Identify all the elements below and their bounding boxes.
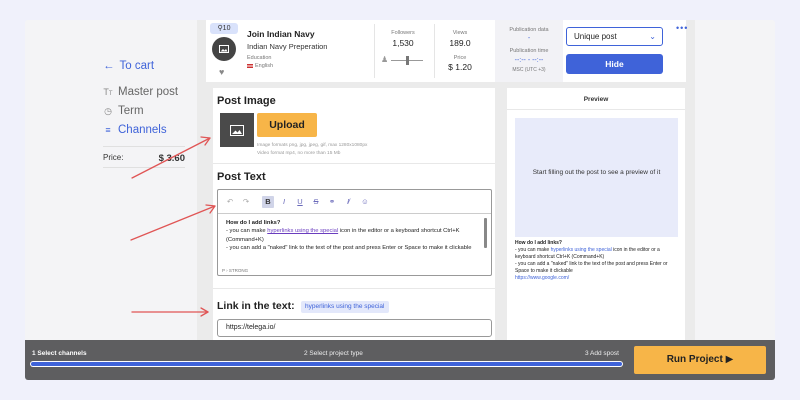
nav-item-master-post[interactable]: TT Master post xyxy=(103,86,178,98)
progress-fill xyxy=(31,362,622,366)
publication-time-label: Publication time xyxy=(509,48,549,54)
step-add-post: 3 Add spost xyxy=(585,350,619,357)
price-label: Price: xyxy=(103,153,124,162)
divider xyxy=(507,109,685,110)
hide-button[interactable]: Hide xyxy=(566,54,663,74)
italic-icon[interactable]: I xyxy=(278,196,290,208)
upload-button[interactable]: Upload xyxy=(257,113,317,137)
arrow-left-icon: ← xyxy=(103,60,115,72)
channel-price-value: $ 1.20 xyxy=(448,62,472,72)
channel-category: Education xyxy=(247,55,272,61)
preview-empty-message: Start filling out the post to see a prev… xyxy=(532,169,661,176)
link-url-input[interactable]: https://telega.io/ xyxy=(217,319,492,337)
divider xyxy=(213,288,495,289)
strikethrough-icon[interactable]: S xyxy=(310,196,322,208)
clock-icon: ◷ xyxy=(104,105,112,116)
preview-hyperlink[interactable]: hyperlinks using the special xyxy=(551,247,612,253)
heart-icon[interactable]: ♥ xyxy=(219,67,224,77)
post-type-select[interactable]: Unique post ⌄ xyxy=(566,27,663,46)
editor-toolbar: ↶ ↷ B I U S ⚭ I̸ ☺ xyxy=(218,190,491,214)
post-text-editor[interactable]: ↶ ↷ B I U S ⚭ I̸ ☺ How do I add links? -… xyxy=(217,189,492,276)
channel-subtitle: Indian Navy Preperation xyxy=(247,42,328,51)
editor-content[interactable]: How do I add links? - you can make hyper… xyxy=(226,219,482,252)
post-image-title: Post Image xyxy=(217,95,276,107)
app-window: ← To cart TT Master post ◷ Term ≡ Channe… xyxy=(25,20,775,380)
run-project-button[interactable]: Run Project ▶ xyxy=(634,346,766,374)
image-placeholder[interactable] xyxy=(220,113,254,147)
editor-line-2: - you can add a "naked" link to the text… xyxy=(226,244,472,251)
price-value: $ 3.60 xyxy=(158,153,185,164)
preview-title: Preview xyxy=(583,96,609,103)
channel-language: English xyxy=(247,63,273,69)
text-icon: TT xyxy=(103,87,113,97)
progress-track xyxy=(30,361,623,367)
link-chip: hyperlinks using the special xyxy=(301,301,389,313)
preview-line-2: - you can add a "naked" link to the text… xyxy=(515,261,668,274)
link-icon[interactable]: ⚭ xyxy=(326,196,338,208)
image-icon xyxy=(219,45,229,53)
preview-text: How do I add links? - you can make hyper… xyxy=(515,240,681,282)
nav-item-channels[interactable]: ≡ Channels xyxy=(103,124,166,136)
preview-url[interactable]: https://www.google.com/ xyxy=(515,275,681,282)
list-icon: ≡ xyxy=(105,125,111,135)
followers-value: 1,530 xyxy=(392,38,414,48)
bold-icon[interactable]: B xyxy=(262,196,274,208)
user-icon: ♟ xyxy=(381,55,389,64)
flag-icon xyxy=(247,64,253,68)
image-format-hint: Image formats png, jpg, jpeg, gif, max 1… xyxy=(257,143,368,148)
views-value: 189.0 xyxy=(449,38,471,48)
more-options-icon[interactable]: ••• xyxy=(676,23,688,33)
editor-hyperlink[interactable]: hyperlinks using the special xyxy=(267,228,338,234)
editor-line-1: - you can make hyperlinks using the spec… xyxy=(226,228,460,243)
followers-label: Followers xyxy=(391,30,415,36)
divider xyxy=(103,167,185,168)
preview-heading: How do I add links? xyxy=(515,240,562,246)
editor-scrollbar[interactable] xyxy=(484,218,487,248)
publication-date-label: Publication data xyxy=(509,27,549,33)
divider xyxy=(374,24,375,78)
timezone-label: MSC (UTC +3) xyxy=(512,67,546,73)
divider xyxy=(103,146,185,147)
step-select-channels: 1 Select channels xyxy=(32,350,87,357)
post-text-title: Post Text xyxy=(217,171,266,183)
editor-status-path: P › STRONG xyxy=(222,268,249,273)
publication-time-value[interactable]: --:-- - --:-- xyxy=(495,57,563,64)
rating-badge: ⚲10 xyxy=(210,23,238,34)
publication-date-value[interactable]: - xyxy=(495,35,563,42)
clear-format-icon[interactable]: I̸ xyxy=(342,196,354,208)
preview-area xyxy=(515,118,678,237)
undo-icon[interactable]: ↶ xyxy=(224,196,236,208)
nav-item-term[interactable]: ◷ Term xyxy=(103,105,144,117)
image-icon xyxy=(230,124,244,136)
channel-avatar xyxy=(212,37,236,61)
preview-line-1: - you can make hyperlinks using the spec… xyxy=(515,247,660,260)
publication-block: Publication data - Publication time --:-… xyxy=(495,20,563,82)
underline-icon[interactable]: U xyxy=(294,196,306,208)
redo-icon[interactable]: ↷ xyxy=(240,196,252,208)
views-label: Views xyxy=(452,30,468,36)
cart-price-row: Price: $ 3.60 xyxy=(103,153,185,164)
followers-slider xyxy=(391,56,423,65)
back-to-cart-link[interactable]: ← To cart xyxy=(103,60,154,72)
editor-heading: How do I add links? xyxy=(226,220,281,226)
emoji-icon[interactable]: ☺ xyxy=(359,196,371,208)
channel-price-label: Price xyxy=(453,55,467,61)
video-format-hint: Video format mp4, no more than 15 Mb xyxy=(257,151,341,156)
divider xyxy=(213,163,495,164)
link-in-text-title: Link in the text: xyxy=(217,300,295,312)
chevron-down-icon: ⌄ xyxy=(649,32,656,41)
channel-title[interactable]: Join Indian Navy xyxy=(247,29,315,39)
step-select-project-type: 2 Select project type xyxy=(304,350,363,357)
